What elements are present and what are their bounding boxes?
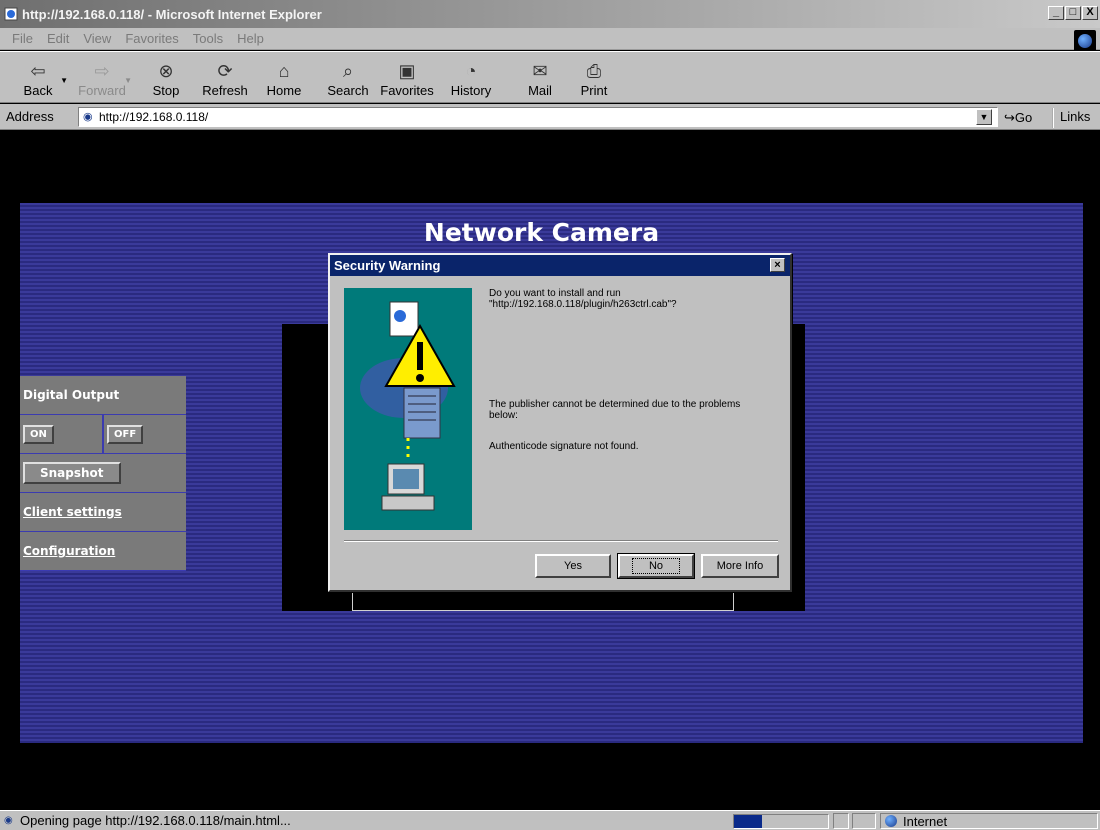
dialog-titlebar: Security Warning × [330,255,790,276]
snapshot-row: Snapshot [20,454,186,493]
toolbar: ⇦ Back ▼ ⇨ Forward ▼ ⊗ Stop ⟳ Refresh ⌂ … [0,51,1100,103]
history-button[interactable]: ◔ History [440,52,502,102]
window-titlebar: http://192.168.0.118/ - Microsoft Intern… [0,0,1100,28]
search-button[interactable]: ⌕ Search [322,52,374,102]
menu-tools[interactable]: Tools [193,31,223,46]
stop-icon: ⊗ [158,61,174,81]
print-icon: ⎙ [586,61,602,81]
dialog-close-button[interactable]: × [770,258,785,272]
menu-view[interactable]: View [83,31,111,46]
stop-label: Stop [152,83,180,98]
address-label: Address [6,109,54,124]
snapshot-button[interactable]: Snapshot [23,462,121,484]
ie-throbber [1074,30,1096,52]
back-button[interactable]: ⇦ Back ▼ [12,52,68,102]
favorites-label: Favorites [380,83,434,98]
minimize-button[interactable]: _ [1048,6,1064,20]
globe-icon [1078,34,1092,48]
refresh-label: Refresh [202,83,248,98]
links-button[interactable]: Links [1052,108,1090,128]
ie-page-icon [4,7,18,21]
print-label: Print [580,83,608,98]
search-icon: ⌕ [342,61,354,81]
menu-edit[interactable]: Edit [47,31,69,46]
mail-button[interactable]: ✉ Mail [514,52,566,102]
no-button[interactable]: No [617,553,695,579]
back-arrow-icon: ⇦ [30,61,46,81]
signature-message: Authenticode signature not found. [489,441,639,452]
yes-button[interactable]: Yes [535,554,611,578]
window-title: http://192.168.0.118/ - Microsoft Intern… [22,6,322,22]
back-dropdown-icon[interactable]: ▼ [60,76,68,85]
refresh-icon: ⟳ [217,61,233,81]
client-settings-link[interactable]: Client settings [20,493,186,532]
search-label: Search [327,83,369,98]
page-icon: ◉ [83,111,93,123]
digital-output-heading: Digital Output [20,376,186,415]
address-dropdown-icon[interactable]: ▼ [976,109,992,125]
video-placeholder-outline [352,593,734,611]
history-label: History [450,83,492,98]
home-icon: ⌂ [278,61,290,81]
refresh-button[interactable]: ⟳ Refresh [194,52,256,102]
favorites-button[interactable]: ▣ Favorites [376,52,438,102]
menu-help[interactable]: Help [237,31,264,46]
print-button[interactable]: ⎙ Print [568,52,620,102]
internet-globe-icon [885,815,897,827]
mail-icon: ✉ [532,61,548,81]
security-warning-dialog: Security Warning × Do you want to instal… [328,253,792,592]
progress-fill [734,815,763,828]
menu-bar: File Edit View Favorites Tools Help [0,28,1100,50]
maximize-button[interactable]: □ [1065,6,1081,20]
publisher-message: The publisher cannot be determined due t… [489,399,741,421]
close-button[interactable]: X [1082,6,1098,20]
output-on-button[interactable]: ON [23,424,54,444]
forward-label: Forward [78,83,126,98]
output-off-button[interactable]: OFF [107,424,144,444]
status-bar: ◉ Opening page http://192.168.0.118/main… [0,810,1100,830]
back-label: Back [23,83,53,98]
progress-bar [733,814,829,829]
warning-illustration-icon [360,301,456,511]
camera-title: Network Camera [423,218,660,247]
go-button[interactable]: ↪Go [1004,110,1032,126]
history-icon: ◔ [465,61,477,81]
security-zone: Internet [880,813,1098,829]
forward-button[interactable]: ⇨ Forward ▼ [76,52,132,102]
security-illustration [344,288,472,530]
dialog-separator [344,540,778,542]
status-message: ◉ Opening page http://192.168.0.118/main… [4,813,291,828]
digital-output-controls: ON OFF [20,414,186,454]
mail-label: Mail [528,83,552,98]
dialog-title: Security Warning [334,258,441,273]
install-question: Do you want to install and run "http://1… [489,288,677,310]
favorites-icon: ▣ [398,61,416,81]
more-info-button[interactable]: More Info [701,554,779,578]
status-cell [852,813,876,829]
go-label: Go [1014,110,1033,125]
home-button[interactable]: ⌂ Home [258,52,310,102]
status-cell [833,813,849,829]
stop-button[interactable]: ⊗ Stop [140,52,192,102]
address-bar: Address ◉ http://192.168.0.118/ ▼ ↪Go Li… [0,104,1100,130]
address-url: http://192.168.0.118/ [99,110,209,124]
menu-file[interactable]: File [12,31,33,46]
camera-sidebar: Digital Output ON OFF Snapshot Client se… [20,376,186,571]
address-input[interactable]: ◉ http://192.168.0.118/ [78,107,998,127]
page-icon: ◉ [4,814,13,826]
configuration-link[interactable]: Configuration [20,532,186,571]
menu-favorites[interactable]: Favorites [125,31,178,46]
forward-dropdown-icon[interactable]: ▼ [124,76,132,85]
home-label: Home [266,83,302,98]
forward-arrow-icon: ⇨ [94,61,110,81]
